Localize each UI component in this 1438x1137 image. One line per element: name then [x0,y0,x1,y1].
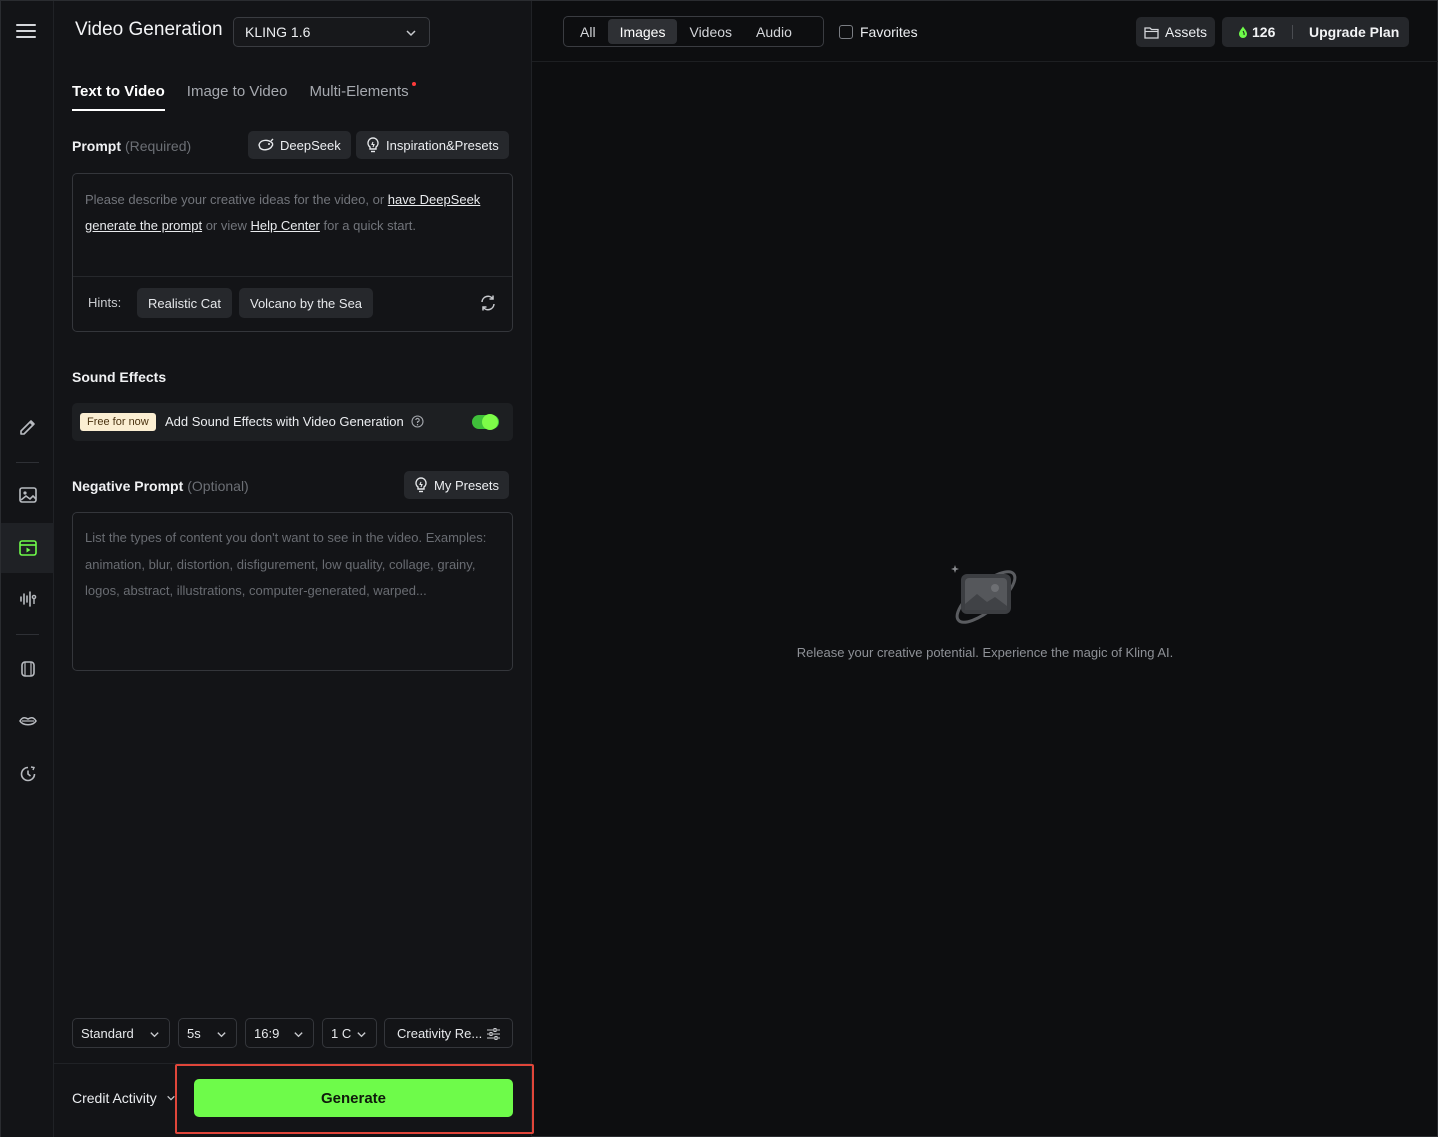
deepseek-whale-icon [258,138,274,151]
tab-text-to-video[interactable]: Text to Video [72,83,165,113]
credit-drop-icon [1239,26,1247,38]
quality-mode-select[interactable]: Standard [72,1018,170,1048]
chevron-down-icon [217,1032,226,1038]
aspect-ratio-value: 16:9 [254,1025,280,1041]
sliders-icon [487,1028,500,1040]
chevron-down-icon [357,1032,366,1038]
hint-chip-realistic-cat[interactable]: Realistic Cat [137,288,232,318]
duration-select[interactable]: 5s [178,1018,237,1048]
creativity-relevance-button[interactable]: Creativity Re... [384,1018,513,1048]
prompt-placeholder: Please describe your creative ideas for … [85,192,481,233]
rail-divider [16,462,39,463]
negative-optional-hint: (Optional) [187,478,249,494]
sound-effects-label: Add Sound Effects with Video Generation [165,414,404,429]
my-presets-button[interactable]: My Presets [404,471,510,499]
generate-button[interactable]: Generate [194,1079,513,1117]
sound-effects-toggle[interactable] [472,414,499,430]
tab-image-to-video[interactable]: Image to Video [187,83,288,113]
credits-count: 126 [1252,24,1276,40]
credit-activity-dropdown[interactable]: Credit Activity [72,1090,176,1106]
mode-tabs: Text to Video Image to Video Multi-Eleme… [72,82,431,113]
hint-chip-volcano[interactable]: Volcano by the Sea [239,288,374,318]
new-dot-badge [411,82,416,86]
folder-icon [1144,26,1159,39]
bulb-icon [367,137,379,153]
chevron-down-icon [406,30,416,37]
empty-gallery-illustration-icon [951,565,1017,624]
filter-all[interactable]: All [568,19,608,44]
hints-label: Hints: [88,295,122,310]
assets-button[interactable]: Assets [1136,17,1215,47]
help-center-link[interactable]: Help Center [251,218,320,233]
rail-divider [16,634,39,635]
rail-video-icon[interactable] [1,523,54,573]
rail-ai-draw-icon[interactable] [1,402,54,452]
my-presets-label: My Presets [434,477,500,493]
prompt-label: Prompt (Required) [72,138,192,154]
chevron-down-icon [150,1032,159,1038]
credits-balance[interactable]: 126 [1222,24,1292,40]
aspect-ratio-select[interactable]: 16:9 [245,1018,314,1048]
model-select[interactable]: KLING 1.6 [233,17,430,47]
deepseek-button[interactable]: DeepSeek [248,131,351,159]
chevron-down-icon [294,1032,303,1038]
deepseek-button-label: DeepSeek [280,137,341,153]
negative-prompt-label: Negative Prompt (Optional) [72,478,249,494]
prompt-required-hint: (Required) [125,138,192,154]
model-select-value: KLING 1.6 [245,24,311,40]
empty-state-message: Release your creative potential. Experie… [796,645,1174,660]
bulb-icon [415,477,427,493]
help-circle-icon[interactable] [411,415,424,428]
creativity-relevance-value: Creativity Re... [397,1025,483,1041]
left-rail [1,1,54,1137]
quality-mode-value: Standard [81,1025,134,1041]
prompt-input[interactable]: Please describe your creative ideas for … [72,173,513,332]
assets-label: Assets [1165,24,1208,40]
checkbox-box [839,25,853,39]
output-count-value: 1 C [331,1025,352,1041]
inspiration-presets-button[interactable]: Inspiration&Presets [356,131,509,159]
filter-images[interactable]: Images [607,19,678,44]
page-title: Video Generation [75,19,223,40]
media-filter-group: All Images Videos Audio [563,16,824,47]
rail-image-icon[interactable] [1,470,54,520]
duration-value: 5s [187,1025,201,1041]
inspiration-presets-label: Inspiration&Presets [386,137,499,153]
credit-activity-label: Credit Activity [72,1090,157,1106]
favorites-label: Favorites [860,24,918,40]
rail-lipsync-icon[interactable] [1,696,54,746]
sound-effects-heading: Sound Effects [72,369,167,385]
refresh-hints-icon[interactable] [479,294,497,312]
prompt-divider [73,276,512,277]
rail-tryon-icon[interactable] [1,644,54,694]
tab-multi-elements[interactable]: Multi-Elements [309,82,416,113]
upgrade-plan-button[interactable]: Upgrade Plan [1293,24,1399,40]
output-count-select[interactable]: 1 C [322,1018,377,1048]
panel-header: Video Generation KLING 1.6 [54,1,532,62]
results-topbar: All Images Videos Audio Favorites Assets… [532,1,1438,62]
credits-plan-group: 126 Upgrade Plan [1222,17,1409,47]
negative-prompt-input[interactable]: List the types of content you don't want… [72,512,513,671]
generation-panel: Video Generation KLING 1.6 Text to Video… [54,1,534,1137]
free-badge: Free for now [80,413,156,431]
rail-audio-icon[interactable] [1,574,54,624]
hamburger-menu-icon[interactable] [16,22,36,40]
filter-videos[interactable]: Videos [677,19,744,44]
sound-effects-row: Free for now Add Sound Effects with Vide… [72,403,513,441]
favorites-checkbox[interactable]: Favorites [839,24,918,40]
filter-audio[interactable]: Audio [744,19,804,44]
app-window: Video Generation KLING 1.6 Text to Video… [0,0,1438,1137]
rail-history-icon[interactable] [1,749,54,799]
tab-multi-elements-label: Multi-Elements [309,83,409,100]
negative-prompt-placeholder: List the types of content you don't want… [85,530,487,598]
